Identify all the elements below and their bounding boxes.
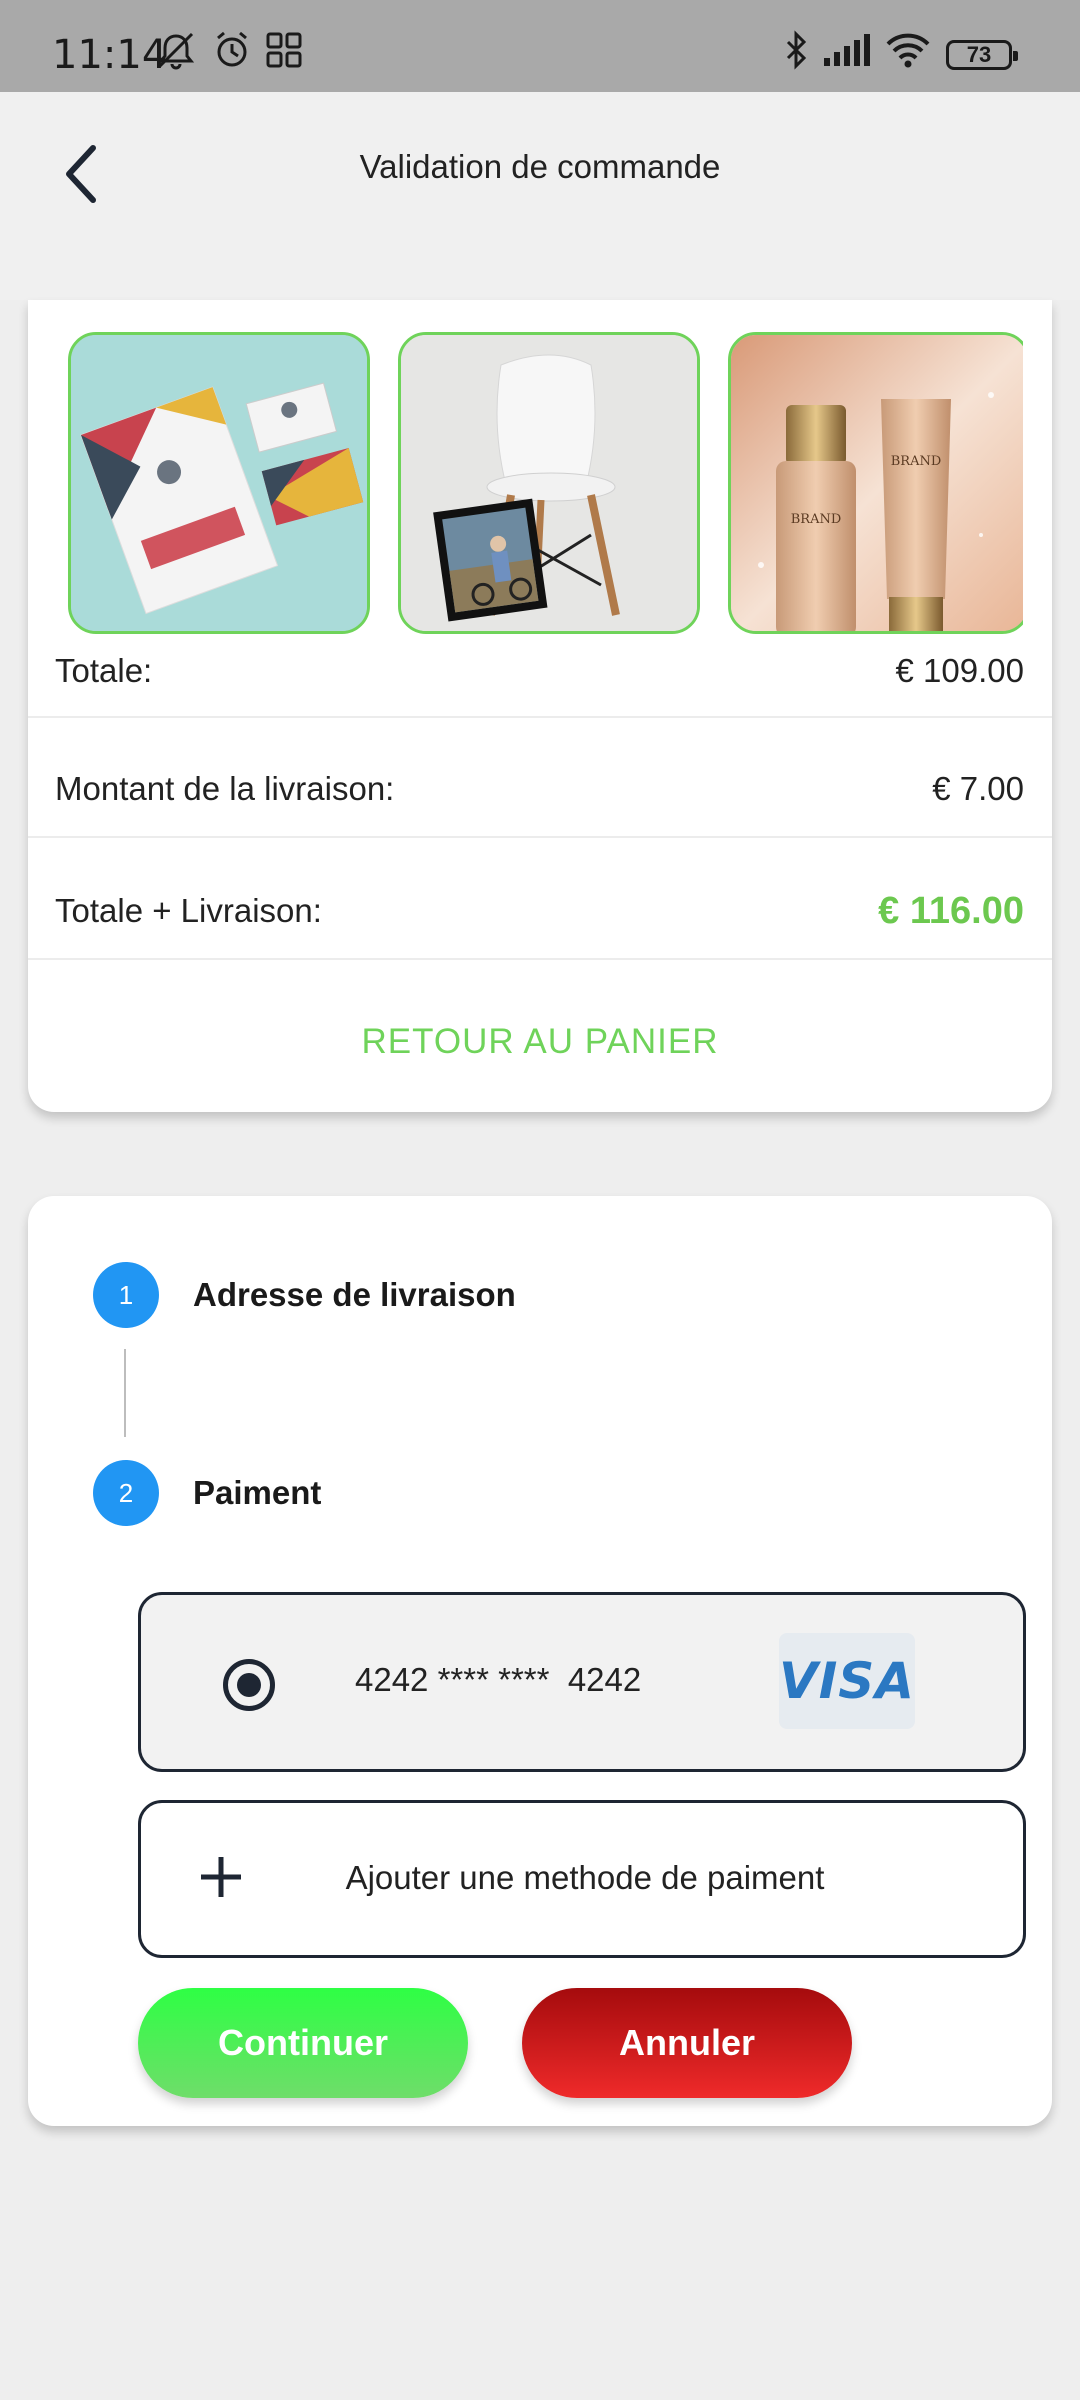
back-to-cart-button[interactable]: RETOUR AU PANIER (362, 1022, 719, 1061)
product-carousel[interactable]: BRAND BRAND (68, 332, 1023, 634)
subtotal-row: Totale: € 109.00 (28, 646, 1052, 696)
status-time: 11:14 (52, 32, 168, 78)
chair-image (401, 335, 697, 631)
checkout-stepper-card: 1 Adresse de livraison 2 Paiment 4242 **… (28, 1196, 1052, 2126)
step-1-indicator[interactable]: 1 (93, 1262, 159, 1328)
divider (28, 836, 1052, 838)
divider (28, 958, 1052, 960)
saved-card-option[interactable]: 4242 **** **** 4242 VISA (138, 1592, 1026, 1772)
shipping-value: € 7.00 (932, 770, 1024, 807)
app-bar: Validation de commande (0, 92, 1080, 300)
alarm-icon (217, 31, 247, 67)
step-1-label[interactable]: Adresse de livraison (193, 1276, 516, 1314)
page-title: Validation de commande (359, 148, 721, 185)
add-payment-method-button[interactable]: Ajouter une methode de paiment (138, 1800, 1026, 1958)
apps-icon (266, 32, 302, 68)
product-thumbnail-chair[interactable] (398, 332, 700, 634)
divider (28, 716, 1052, 718)
brochure-image (71, 335, 367, 631)
order-summary-card: BRAND BRAND Totale: € 109.00 Montant de … (28, 300, 1052, 1112)
brand-label-2: BRAND (891, 454, 942, 469)
shipping-label: Montant de la livraison: (55, 770, 395, 807)
subtotal-value: € 109.00 (895, 652, 1024, 689)
wifi-icon (886, 33, 930, 68)
card-number: 4242 **** **** 4242 (355, 1661, 642, 1698)
cosmetics-image: BRAND BRAND (731, 335, 1023, 631)
battery-icon: 73 (946, 40, 1018, 70)
signal-icon (824, 34, 870, 66)
shipping-row: Montant de la livraison: € 7.00 (28, 764, 1052, 814)
continue-button[interactable]: Continuer (138, 1988, 468, 2098)
add-payment-method-label: Ajouter une methode de paiment (345, 1859, 825, 1896)
step-1-number: 1 (118, 1279, 134, 1310)
subtotal-label: Totale: (55, 652, 153, 689)
grand-total-row: Totale + Livraison: € 116.00 (28, 884, 1052, 938)
mute-icon (157, 32, 195, 70)
back-to-cart-container: RETOUR AU PANIER (28, 1022, 1052, 1062)
battery-level: 73 (966, 42, 992, 67)
grand-total-value: € 116.00 (878, 889, 1024, 932)
step-2-label[interactable]: Paiment (193, 1474, 321, 1512)
brand-label-1: BRAND (791, 512, 842, 527)
cancel-button[interactable]: Annuler (522, 1988, 852, 2098)
step-connector (124, 1349, 126, 1437)
radio-selected-icon[interactable] (223, 1659, 275, 1711)
product-thumbnail-cosmetics[interactable]: BRAND BRAND (728, 332, 1023, 634)
product-thumbnail-brochure[interactable] (68, 332, 370, 634)
step-2-number: 2 (118, 1477, 134, 1508)
step-2-indicator[interactable]: 2 (93, 1460, 159, 1526)
grand-total-label: Totale + Livraison: (55, 892, 322, 929)
bluetooth-icon (786, 30, 807, 70)
status-bar: 11:14 73 (0, 0, 1080, 92)
card-brand: VISA (779, 1652, 916, 1710)
visa-logo-icon: VISA (779, 1633, 915, 1729)
